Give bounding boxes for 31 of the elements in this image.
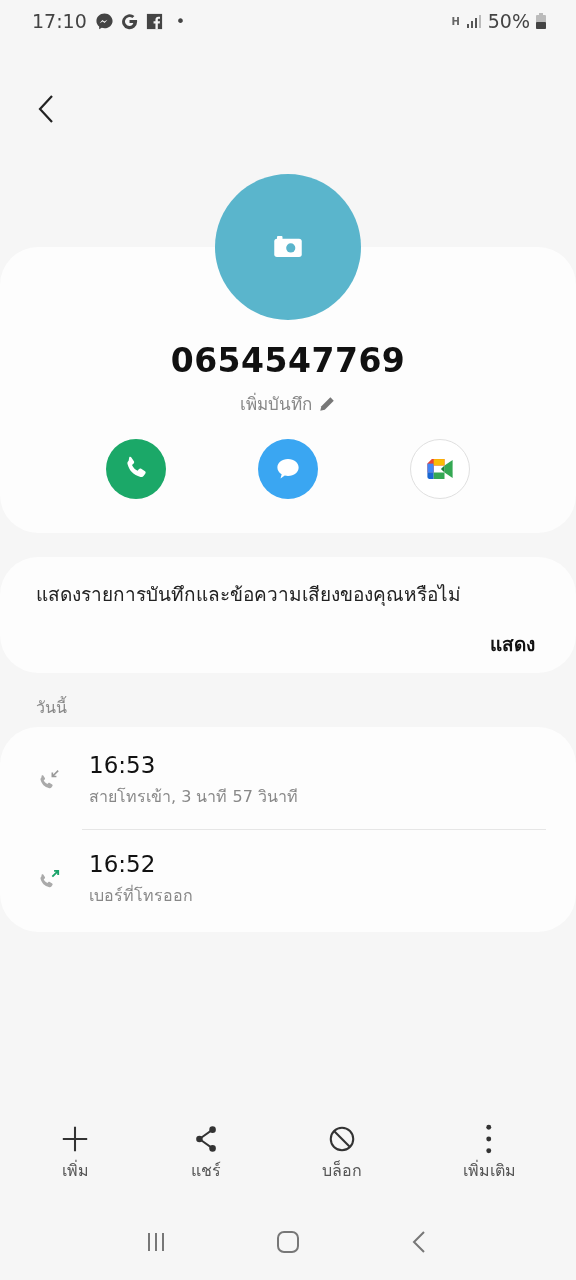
google-icon <box>119 11 139 31</box>
share-action-button[interactable]: แชร์ <box>181 1120 232 1204</box>
phone-number: 0654547769 <box>170 341 406 380</box>
section-header: วันนี้ <box>35 695 68 719</box>
battery-icon <box>536 13 546 29</box>
call-detail: สายโทรเข้า, 3 นาที 57 วินาที <box>89 785 298 808</box>
call-time: 16:52 <box>89 850 157 877</box>
network-type: H <box>451 15 460 27</box>
call-log-item[interactable]: 16:53 สายโทรเข้า, 3 นาที 57 วินาที <box>0 731 576 829</box>
more-action-button[interactable]: เพิ่มเติม <box>452 1120 526 1204</box>
status-time: 17:10 <box>32 10 87 32</box>
call-detail: เบอร์ที่โทรออก <box>89 884 193 907</box>
message-button[interactable] <box>258 439 318 499</box>
battery-level: 50% <box>487 10 530 32</box>
block-action-button[interactable]: บล็อก <box>311 1120 372 1204</box>
signal-icon <box>465 13 482 29</box>
home-icon[interactable] <box>276 1230 300 1254</box>
call-log-item[interactable]: 16:52 เบอร์ที่โทรออก <box>0 830 576 928</box>
call-button[interactable] <box>106 439 166 499</box>
pencil-icon <box>318 394 336 413</box>
show-button[interactable]: แสดง <box>485 629 540 659</box>
messenger-icon <box>94 11 114 31</box>
add-action-button[interactable]: เพิ่ม <box>50 1120 101 1204</box>
more-icon <box>485 1124 493 1154</box>
camera-icon <box>273 236 303 258</box>
notification-dot: • <box>175 11 186 31</box>
facebook-icon <box>144 11 164 31</box>
add-note-link[interactable]: เพิ่มบันทึก <box>240 390 336 417</box>
call-time: 16:53 <box>89 751 157 778</box>
back-icon[interactable] <box>38 94 54 124</box>
voicemail-prompt: แสดงรายการบันทึกและข้อความเสียงของคุณหรือไม่ <box>36 582 462 608</box>
